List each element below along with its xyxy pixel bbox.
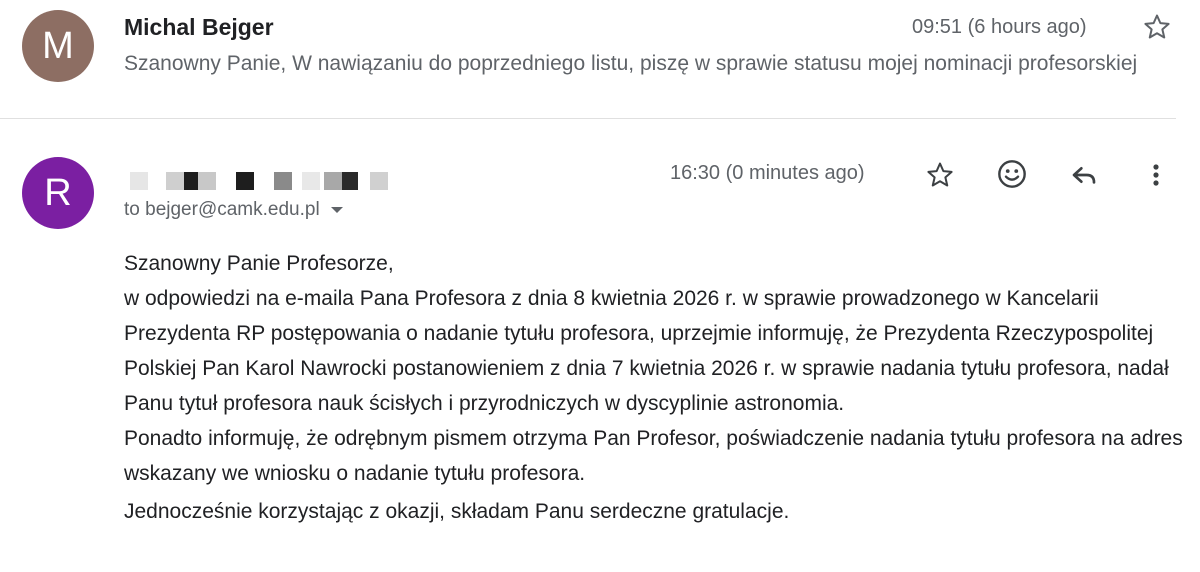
- avatar: M: [22, 10, 94, 82]
- recipient-label: to bejger@camk.edu.pl: [124, 199, 320, 220]
- emoji-icon[interactable]: [992, 154, 1032, 194]
- message-paragraph: w odpowiedzi na e-maila Pana Profesora z…: [124, 287, 1169, 415]
- chevron-down-icon: [330, 207, 343, 213]
- star-icon[interactable]: [920, 155, 960, 195]
- message-paragraph: Ponadto informuję, że odrębnym pismem ot…: [124, 427, 1183, 485]
- message-body: Szanowny Panie Profesorze, w odpowiedzi …: [124, 246, 1184, 529]
- message-snippet: Szanowny Panie, W nawiązaniu do poprzedn…: [124, 52, 1138, 75]
- message-closing: Jednocześnie korzystając z okazji, skład…: [124, 500, 790, 523]
- message-timestamp: 09:51 (6 hours ago): [912, 16, 1087, 38]
- avatar: R: [22, 157, 94, 229]
- message-divider: [0, 118, 1176, 119]
- star-icon[interactable]: [1137, 7, 1177, 47]
- sender-name: Michal Bejger: [124, 14, 274, 40]
- recipient-dropdown[interactable]: to bejger@camk.edu.pl: [124, 199, 344, 221]
- message-timestamp: 16:30 (0 minutes ago): [670, 162, 865, 184]
- more-vert-icon[interactable]: [1136, 155, 1176, 195]
- email-thread: M Michal Bejger 09:51 (6 hours ago) Szan…: [0, 0, 1200, 572]
- reply-icon[interactable]: [1064, 155, 1104, 195]
- message-greeting: Szanowny Panie Profesorze,: [124, 252, 394, 275]
- sender-name-redacted: [130, 172, 388, 190]
